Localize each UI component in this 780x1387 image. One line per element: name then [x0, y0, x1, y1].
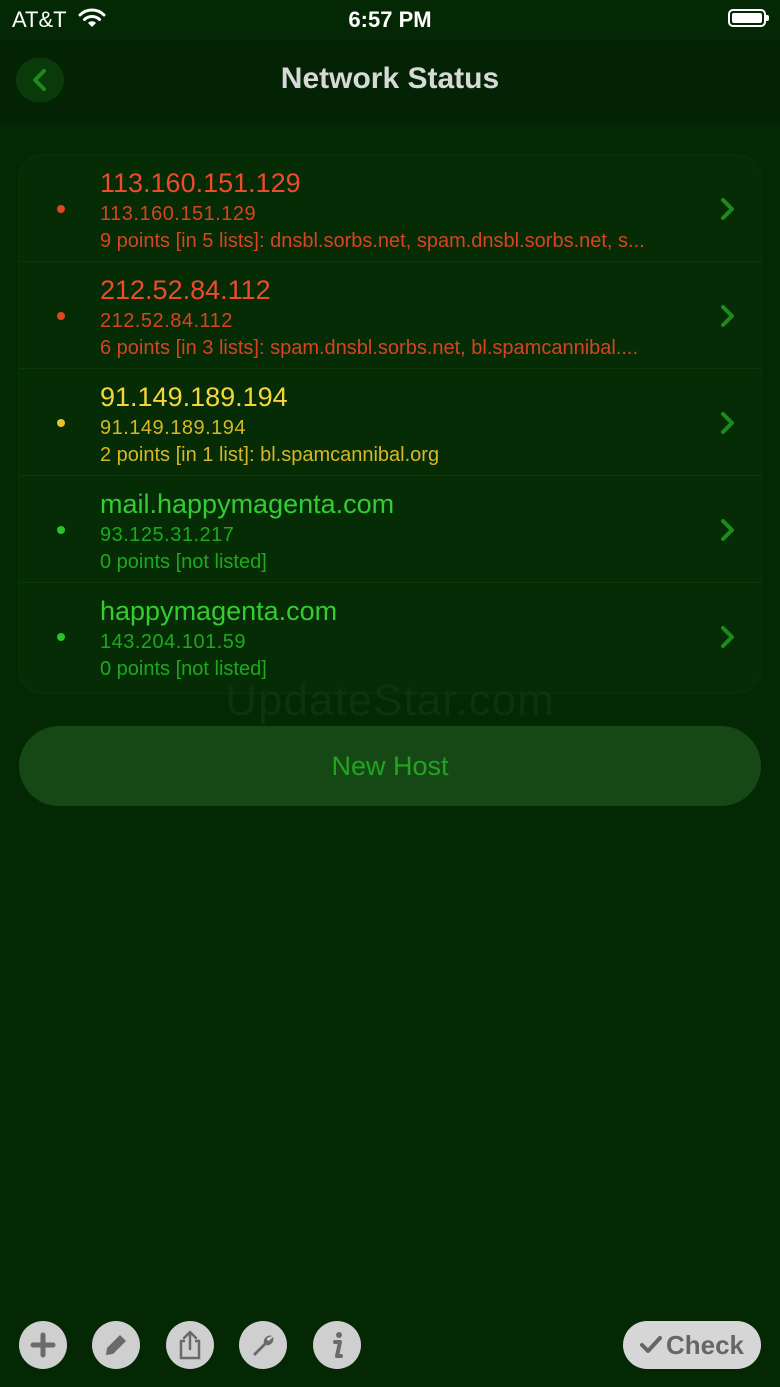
page-title: Network Status [280, 62, 500, 95]
clock: 6:57 PM [348, 7, 432, 32]
add-button[interactable] [19, 1321, 67, 1369]
plus-icon [30, 1332, 56, 1358]
host-detail: 9 points [in 5 lists]: dnsbl.sorbs.net, … [100, 230, 645, 252]
pencil-icon [106, 1335, 126, 1355]
edit-button[interactable] [92, 1321, 140, 1369]
host-ip: 212.52.84.112 [100, 310, 233, 332]
wrench-icon [253, 1335, 274, 1356]
status-dot [57, 312, 65, 320]
chevron-right-icon [721, 305, 734, 327]
host-ip: 113.160.151.129 [100, 203, 257, 225]
status-bar: AT&T 6:57 PM [0, 0, 780, 40]
host-row[interactable]: 212.52.84.112 212.52.84.112 6 points [in… [19, 262, 761, 369]
host-name: 91.149.189.194 [100, 382, 288, 412]
share-icon [179, 1330, 201, 1360]
share-button[interactable] [166, 1321, 214, 1369]
new-host-button[interactable]: New Host [19, 726, 761, 806]
status-dot [57, 633, 65, 641]
chevron-right-icon [721, 412, 734, 434]
host-name: happymagenta.com [100, 596, 338, 626]
host-detail: 0 points [not listed] [100, 551, 267, 573]
status-dot [57, 419, 65, 427]
chevron-right-icon [721, 519, 734, 541]
info-button[interactable] [313, 1321, 361, 1369]
host-row[interactable]: 91.149.189.194 91.149.189.194 2 points [… [19, 369, 761, 476]
host-ip: 143.204.101.59 [100, 631, 247, 653]
host-ip: 93.125.31.217 [100, 524, 235, 546]
host-ip: 91.149.189.194 [100, 417, 247, 439]
bottom-toolbar: Check [0, 1318, 780, 1378]
status-dot [57, 526, 65, 534]
host-name: mail.happymagenta.com [100, 489, 395, 519]
host-list: 113.160.151.129 113.160.151.129 9 points… [19, 155, 761, 693]
chevron-right-icon [721, 198, 734, 220]
watermark: UpdateStar.com [225, 676, 555, 725]
navigation-bar: Network Status [0, 40, 780, 122]
settings-button[interactable] [239, 1321, 287, 1369]
host-row[interactable]: mail.happymagenta.com 93.125.31.217 0 po… [19, 476, 761, 583]
host-detail: 2 points [in 1 list]: bl.spamcannibal.or… [100, 444, 440, 466]
checkmark-icon [639, 1336, 662, 1353]
host-detail: 6 points [in 3 lists]: spam.dnsbl.sorbs.… [100, 337, 639, 359]
check-button[interactable]: Check [623, 1321, 761, 1369]
host-name: 113.160.151.129 [100, 168, 301, 198]
chevron-right-icon [721, 626, 734, 648]
host-row[interactable]: 113.160.151.129 113.160.151.129 9 points… [19, 155, 761, 262]
status-dot [57, 205, 65, 213]
host-name: 212.52.84.112 [100, 275, 271, 305]
battery-icon [728, 9, 769, 27]
info-icon [333, 1332, 343, 1358]
check-label: Check [665, 1329, 745, 1360]
